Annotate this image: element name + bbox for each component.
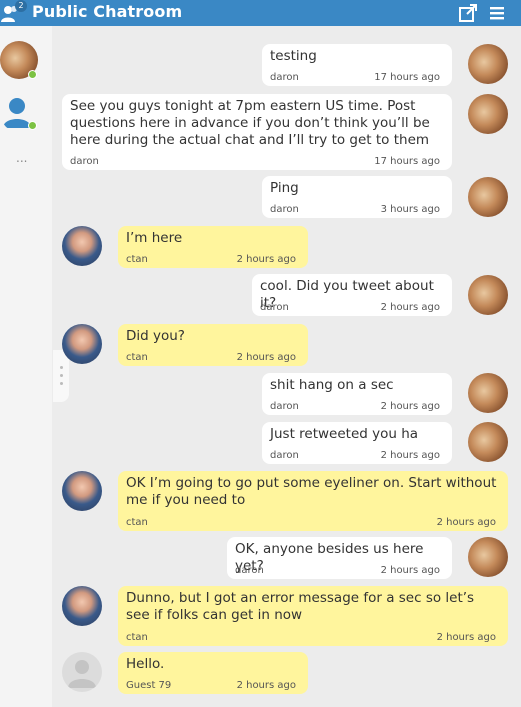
online-indicator — [28, 121, 37, 130]
message-bubble: See you guys tonight at 7pm eastern US t… — [62, 94, 452, 170]
avatar — [62, 586, 102, 626]
message-bubble: Ping daron 3 hours ago — [262, 176, 452, 218]
message-bubble: Hello. Guest 79 2 hours ago — [118, 652, 308, 694]
message-author: ctan — [126, 632, 148, 643]
avatar — [468, 177, 508, 217]
avatar — [62, 324, 102, 364]
participants-sidebar: ... — [0, 26, 52, 707]
message-text: Just retweeted you ha — [270, 426, 419, 442]
message-bubble: cool. Did you tweet about it? daron 2 hou… — [252, 274, 452, 316]
avatar — [468, 373, 508, 413]
message-text: testing — [270, 48, 317, 64]
avatar — [62, 226, 102, 266]
avatar — [468, 537, 508, 577]
message-bubble: OK I’m going to go put some eyeliner on.… — [118, 471, 508, 531]
avatar — [468, 275, 508, 315]
online-indicator — [28, 70, 37, 79]
message-text: Dunno, but I got an error message for a … — [126, 590, 475, 623]
message-author: Guest 79 — [126, 680, 172, 691]
participant-ctan[interactable] — [0, 94, 40, 140]
participant-daron[interactable] — [0, 41, 40, 87]
message-bubble: Just retweeted you ha daron 2 hours ago — [262, 422, 452, 464]
message-time: 2 hours ago — [236, 352, 296, 363]
message-time: 3 hours ago — [380, 204, 440, 215]
message-text: shit hang on a sec — [270, 377, 394, 393]
popout-icon[interactable] — [458, 3, 478, 23]
message-time: 17 hours ago — [374, 156, 440, 167]
avatar — [468, 94, 508, 134]
user-count-badge: 2 — [15, 0, 27, 12]
message-time: 17 hours ago — [374, 72, 440, 83]
avatar — [468, 44, 508, 84]
message-author: daron — [70, 156, 99, 167]
message-author: ctan — [126, 254, 148, 265]
message-time: 2 hours ago — [380, 450, 440, 461]
chatroom-header: 2 Public Chatroom — [0, 0, 521, 26]
message-time: 2 hours ago — [236, 680, 296, 691]
message-bubble: shit hang on a sec daron 2 hours ago — [262, 373, 452, 415]
user-silhouette-icon — [68, 660, 96, 688]
message-author: ctan — [126, 352, 148, 363]
message-author: daron — [260, 302, 289, 313]
message-author: daron — [270, 72, 299, 83]
message-time: 2 hours ago — [436, 517, 496, 528]
message-time: 2 hours ago — [380, 401, 440, 412]
message-author: daron — [270, 450, 299, 461]
hamburger-menu-icon[interactable] — [488, 4, 506, 22]
message-text: See you guys tonight at 7pm eastern US t… — [70, 98, 430, 148]
message-text: I’m here — [126, 230, 183, 246]
message-text: Did you? — [126, 328, 185, 344]
message-text: OK I’m going to go put some eyeliner on.… — [126, 475, 497, 508]
guest-avatar — [62, 652, 102, 692]
message-author: daron — [235, 565, 264, 576]
message-time: 2 hours ago — [380, 565, 440, 576]
message-author: daron — [270, 401, 299, 412]
avatar — [468, 422, 508, 462]
message-time: 2 hours ago — [436, 632, 496, 643]
message-bubble: testing daron 17 hours ago — [262, 44, 452, 86]
message-bubble: I’m here ctan 2 hours ago — [118, 226, 308, 268]
message-time: 2 hours ago — [380, 302, 440, 313]
message-text: Hello. — [126, 656, 165, 672]
message-bubble: Did you? ctan 2 hours ago — [118, 324, 308, 366]
avatar — [62, 471, 102, 511]
message-time: 2 hours ago — [236, 254, 296, 265]
message-text: Ping — [270, 180, 299, 196]
more-participants[interactable]: ... — [16, 151, 27, 165]
message-author: ctan — [126, 517, 148, 528]
page-title: Public Chatroom — [32, 2, 183, 21]
message-author: daron — [270, 204, 299, 215]
message-bubble: Dunno, but I got an error message for a … — [118, 586, 508, 646]
message-bubble: OK, anyone besides us here yet? daron 2 h… — [227, 537, 452, 579]
